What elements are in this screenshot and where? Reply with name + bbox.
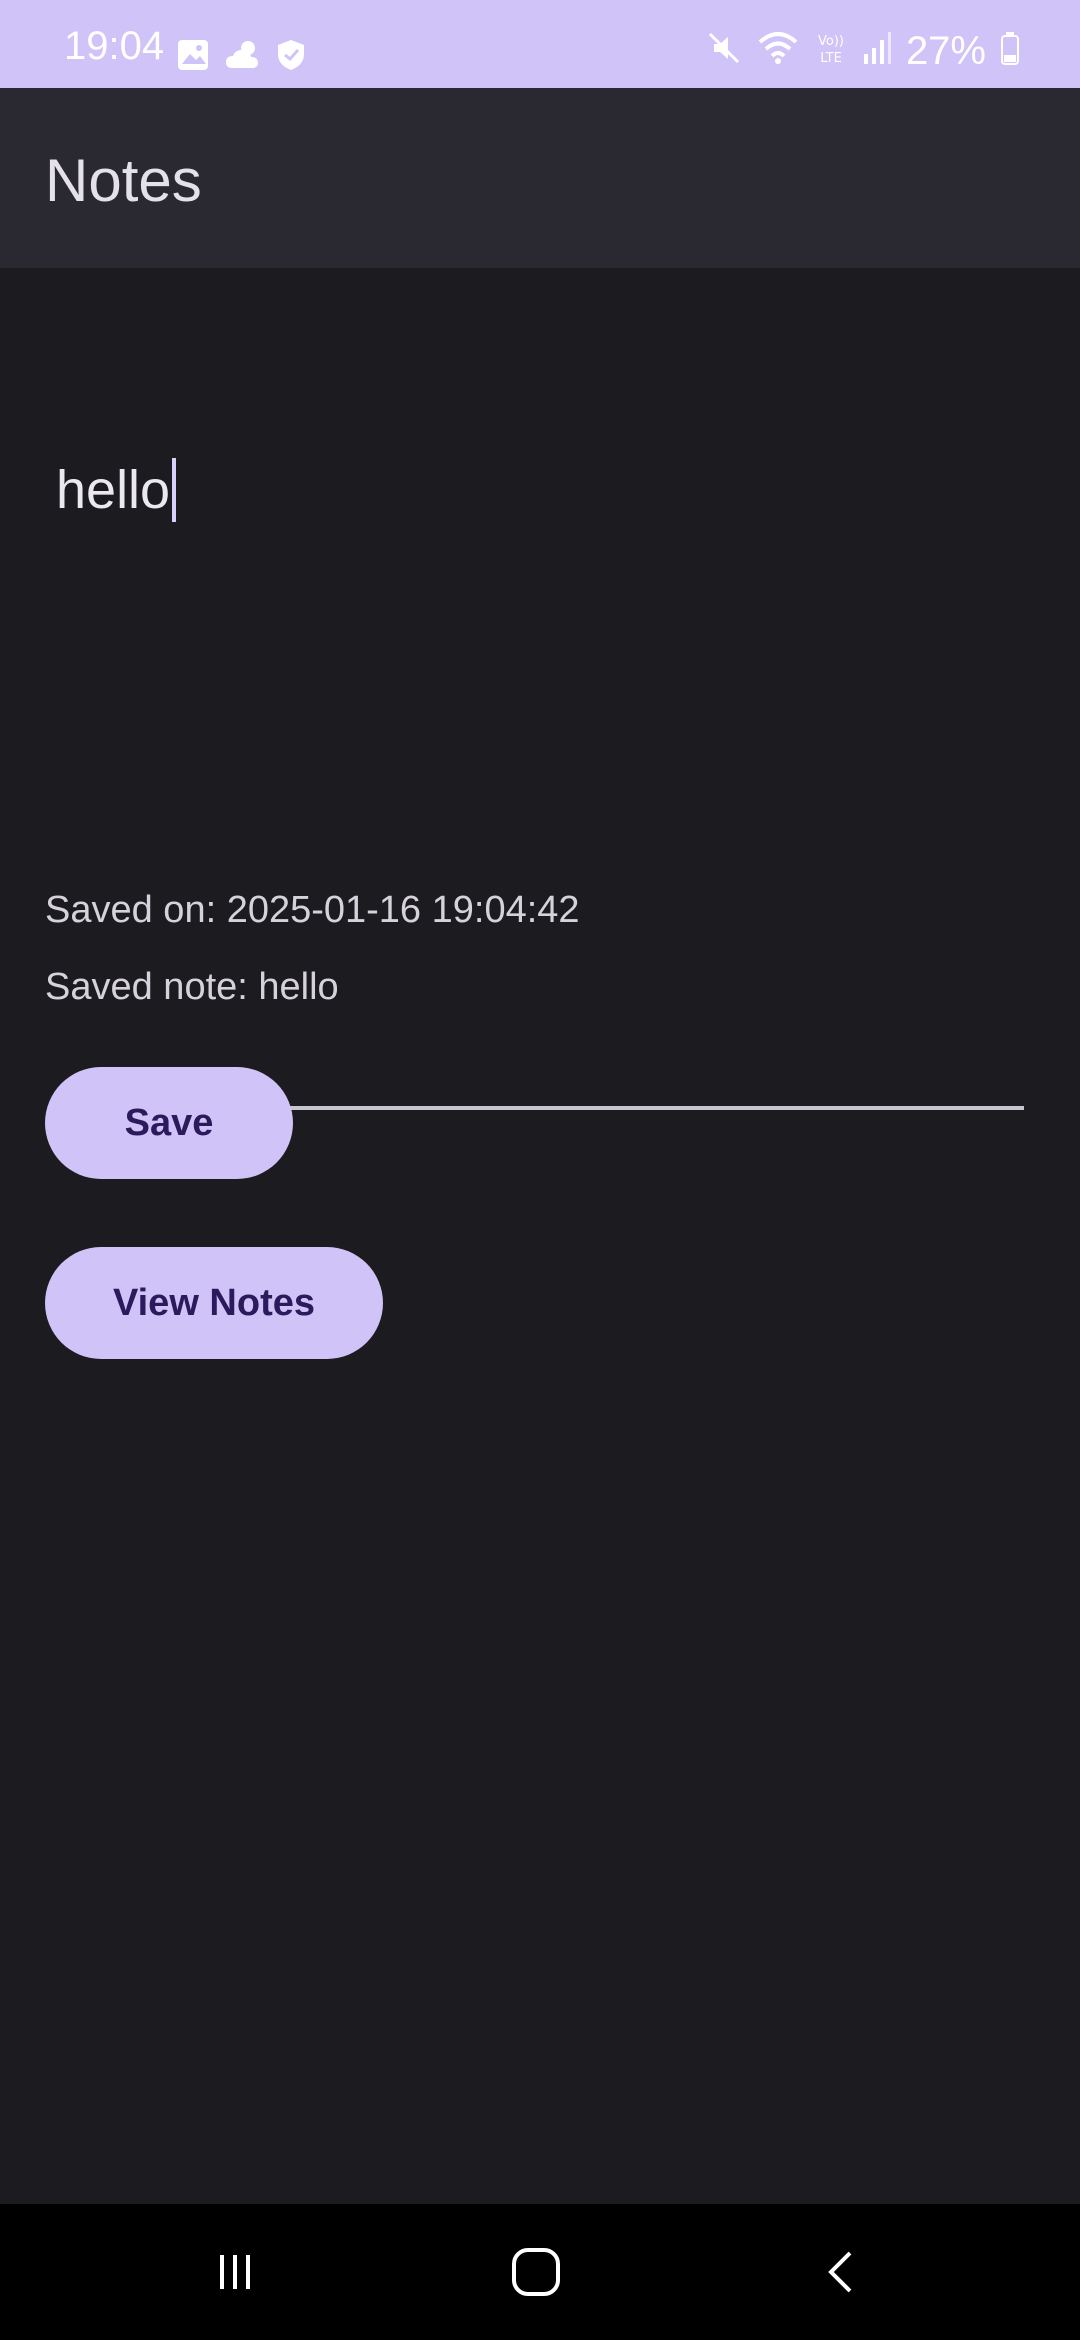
saved-note-text: Saved note: hello xyxy=(45,966,339,1008)
volte-icon: Vo)) LTE xyxy=(814,30,848,71)
navigation-bar xyxy=(0,2204,1080,2340)
note-input[interactable]: hello xyxy=(56,458,1024,1110)
signal-icon xyxy=(862,30,892,71)
weather-icon xyxy=(224,38,262,77)
battery-percent: 27% xyxy=(905,28,986,73)
save-button[interactable]: Save xyxy=(45,1067,293,1179)
status-left-icons xyxy=(176,38,306,77)
app-title: Notes xyxy=(45,147,202,214)
home-icon[interactable] xyxy=(506,2242,566,2302)
wifi-icon xyxy=(756,30,800,71)
status-right: Vo)) LTE 27% xyxy=(706,30,1020,71)
app-bar: Notes xyxy=(0,88,1080,268)
battery-icon xyxy=(1000,30,1020,71)
svg-text:Vo)): Vo)) xyxy=(818,34,844,49)
svg-text:LTE: LTE xyxy=(820,51,842,66)
status-time: 19:04 xyxy=(64,24,165,68)
shield-icon xyxy=(276,38,306,77)
status-bar: 19:04 Vo)) LTE 27% xyxy=(0,0,1080,88)
mute-icon xyxy=(706,30,742,71)
back-icon[interactable] xyxy=(812,2242,872,2302)
view-notes-button[interactable]: View Notes xyxy=(45,1247,383,1359)
gallery-icon xyxy=(176,38,210,77)
saved-on-text: Saved on: 2025-01-16 19:04:42 xyxy=(45,889,580,931)
note-input-text[interactable]: hello xyxy=(56,458,177,522)
main-content: hello Saved on: 2025-01-16 19:04:42 Save… xyxy=(0,268,1080,2204)
recent-apps-icon[interactable] xyxy=(205,2242,265,2302)
text-cursor xyxy=(172,458,177,522)
note-input-value: hello xyxy=(56,460,171,520)
